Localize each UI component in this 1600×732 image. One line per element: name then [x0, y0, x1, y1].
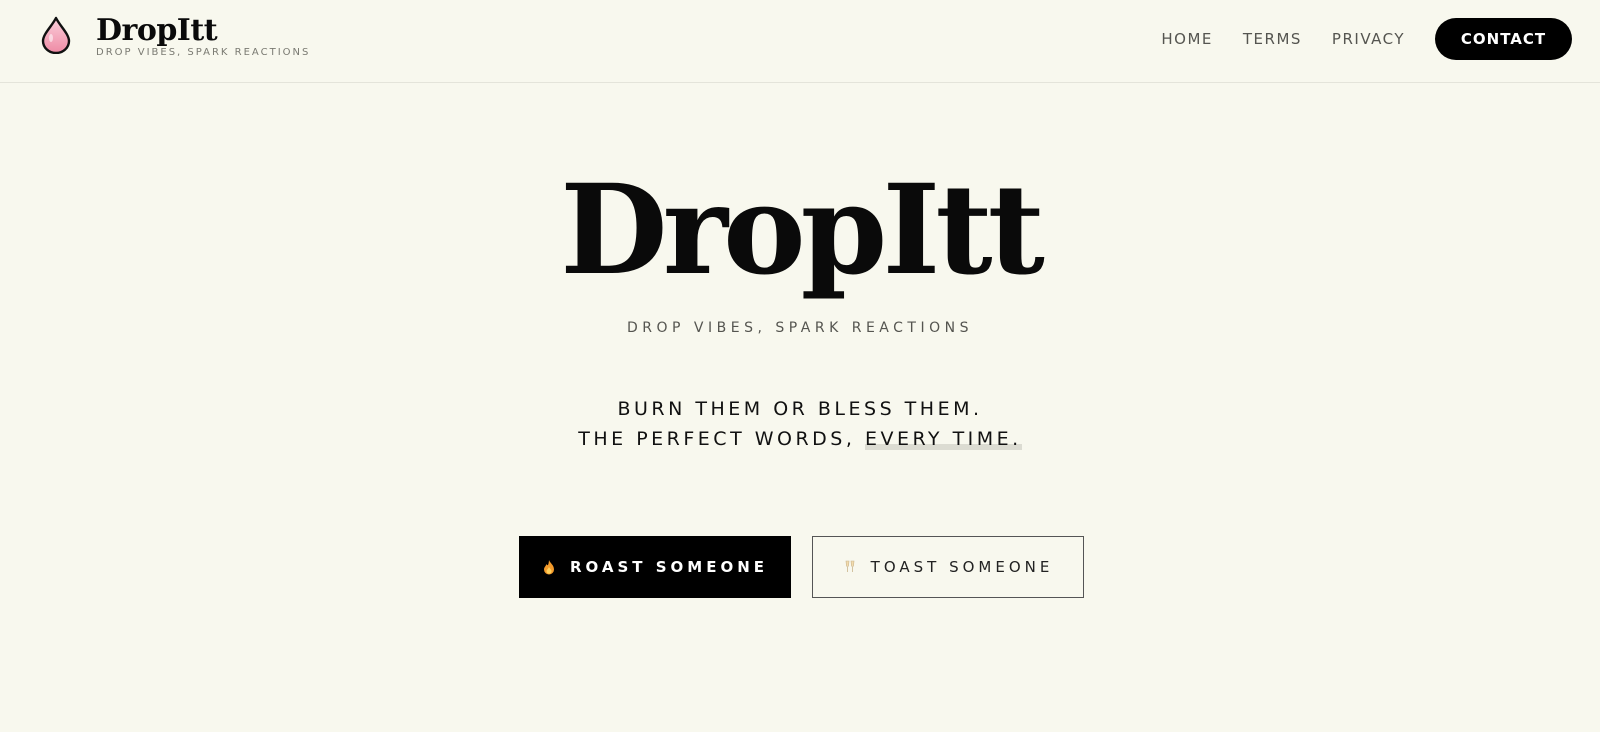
toast-button-label: TOAST SOMEONE: [870, 558, 1054, 576]
brand-tagline: DROP VIBES, SPARK REACTIONS: [96, 47, 311, 58]
hero-headline-line-1: BURN THEM OR BLESS THEM.: [617, 398, 983, 420]
roast-someone-button[interactable]: ROAST SOMEONE: [519, 536, 791, 598]
droplet-icon[interactable]: [40, 16, 72, 54]
nav-home-link[interactable]: HOME: [1161, 30, 1213, 48]
main-nav: HOME TERMS PRIVACY CONTACT: [1161, 0, 1600, 78]
hero-tagline: DROP VIBES, SPARK REACTIONS: [627, 320, 973, 336]
hero-title: DropItt: [560, 158, 1045, 303]
top-navigation-bar: DropItt DROP VIBES, SPARK REACTIONS HOME…: [0, 0, 1600, 83]
nav-terms-link[interactable]: TERMS: [1243, 30, 1302, 48]
nav-privacy-link[interactable]: PRIVACY: [1332, 30, 1405, 48]
hero-headline-highlight: EVERY TIME.: [864, 428, 1022, 450]
fire-icon: [543, 560, 554, 575]
contact-button[interactable]: CONTACT: [1435, 18, 1572, 60]
hero-headline-line-2: THE PERFECT WORDS, EVERY TIME.: [0, 428, 1600, 450]
champagne-icon: [845, 560, 854, 572]
brand-name[interactable]: DropItt: [96, 14, 218, 48]
hero-headline-text: THE PERFECT WORDS,: [578, 428, 865, 450]
toast-someone-button[interactable]: TOAST SOMEONE: [812, 536, 1084, 598]
roast-button-label: ROAST SOMEONE: [569, 558, 769, 576]
